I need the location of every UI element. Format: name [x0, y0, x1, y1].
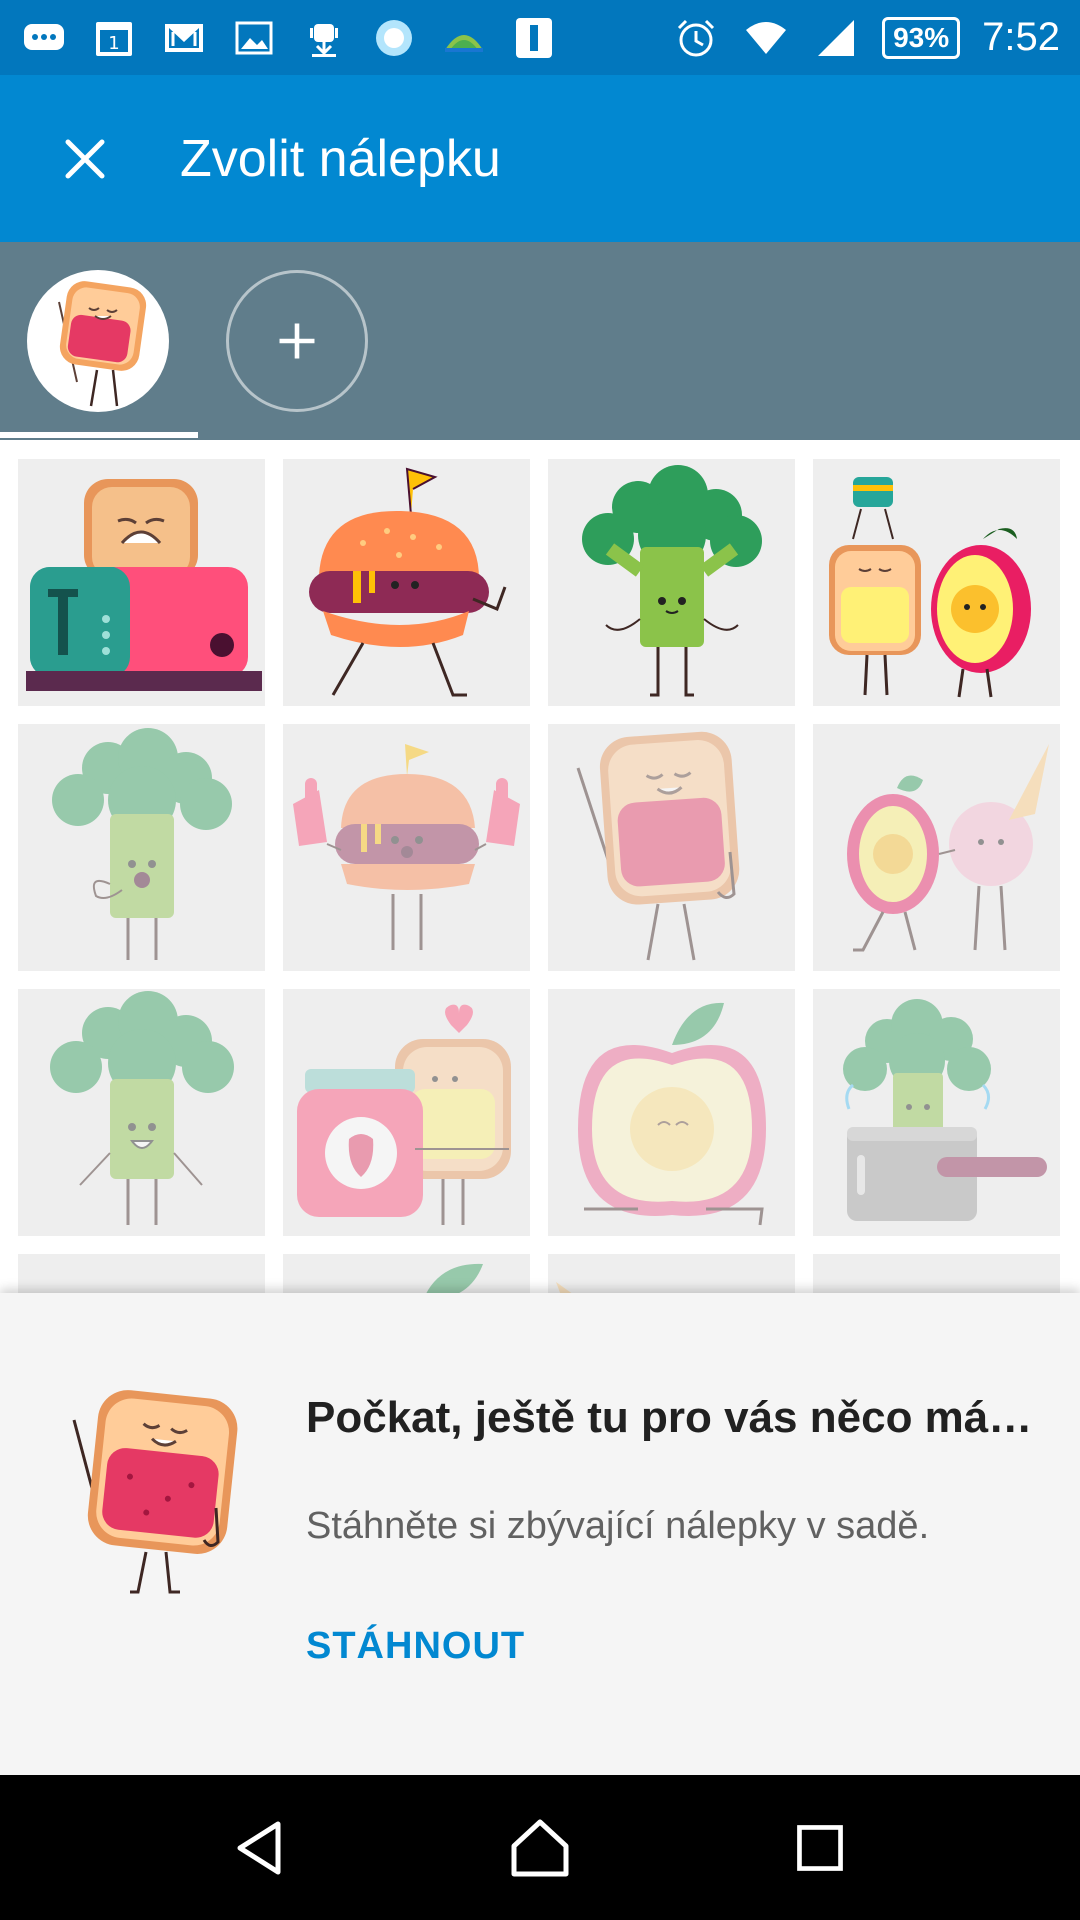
- chat-icon: [20, 16, 68, 60]
- broccoli-surprised-sticker[interactable]: [18, 724, 265, 971]
- page-title: Zvolit nálepku: [180, 129, 501, 188]
- back-button[interactable]: [215, 1803, 305, 1893]
- recents-icon: [797, 1824, 843, 1871]
- gmail-icon: [160, 16, 208, 60]
- close-button[interactable]: [20, 94, 150, 224]
- jam-toast-sticker[interactable]: [283, 989, 530, 1236]
- tab-indicator: [0, 432, 198, 438]
- svg-text:1: 1: [108, 33, 119, 54]
- download-prompt-sheet: Počkat, ještě tu pro vás něco má… Stáhně…: [0, 1293, 1080, 1775]
- screen: 1 93% 7:52 Zvolit nálepku Počkat, ještě …: [0, 0, 1080, 1920]
- alarm-icon: [672, 16, 720, 60]
- system-icons: 93% 7:52: [672, 15, 1060, 60]
- sticker-pack-tabs: [0, 242, 1080, 440]
- apple-icecream-sticker[interactable]: [813, 724, 1060, 971]
- apple-half-sticker[interactable]: [548, 989, 795, 1236]
- notification-icons: 1: [20, 16, 558, 60]
- toast-sticker-preview: [66, 1388, 246, 1598]
- broccoli-happy-sticker[interactable]: [18, 989, 265, 1236]
- plus-icon: [279, 323, 315, 359]
- back-icon: [237, 1821, 281, 1874]
- sheet-title: Počkat, ještě tu pro vás něco má…: [306, 1393, 1033, 1442]
- clock: 7:52: [982, 15, 1060, 59]
- image-icon: [230, 16, 278, 60]
- pack-tab-toast[interactable]: [27, 270, 169, 412]
- burger-walking-sticker[interactable]: [283, 459, 530, 706]
- broccoli-sticker[interactable]: [548, 459, 795, 706]
- battery-indicator: 93%: [882, 16, 961, 59]
- signal-icon: [812, 16, 860, 60]
- record-icon: [370, 16, 418, 60]
- broccoli-pot-sticker[interactable]: [813, 989, 1060, 1236]
- add-pack-button[interactable]: [226, 270, 368, 412]
- burger-fans-sticker[interactable]: [283, 724, 530, 971]
- toast-jam-sticker[interactable]: [548, 724, 795, 971]
- toast-sticker-icon: [58, 281, 147, 407]
- wifi-icon: [742, 16, 790, 60]
- calendar-icon: 1: [90, 16, 138, 60]
- sheet-subtitle: Stáhněte si zbývající nálepky v sadě.: [306, 1505, 930, 1547]
- status-bar: 1 93% 7:52: [0, 0, 1080, 75]
- info-icon: [510, 16, 558, 60]
- close-icon: [65, 139, 105, 178]
- toaster-sticker[interactable]: [18, 459, 265, 706]
- app-bar: Zvolit nálepku: [0, 75, 1080, 242]
- app-icon: [440, 16, 488, 60]
- navigation-bar: [0, 1775, 1080, 1920]
- toast-apple-sticker[interactable]: [813, 459, 1060, 706]
- recents-button[interactable]: [775, 1803, 865, 1893]
- android-download-icon: [300, 16, 348, 60]
- home-icon: [511, 1819, 569, 1876]
- download-button[interactable]: STÁHNOUT: [306, 1625, 525, 1668]
- home-button[interactable]: [495, 1803, 585, 1893]
